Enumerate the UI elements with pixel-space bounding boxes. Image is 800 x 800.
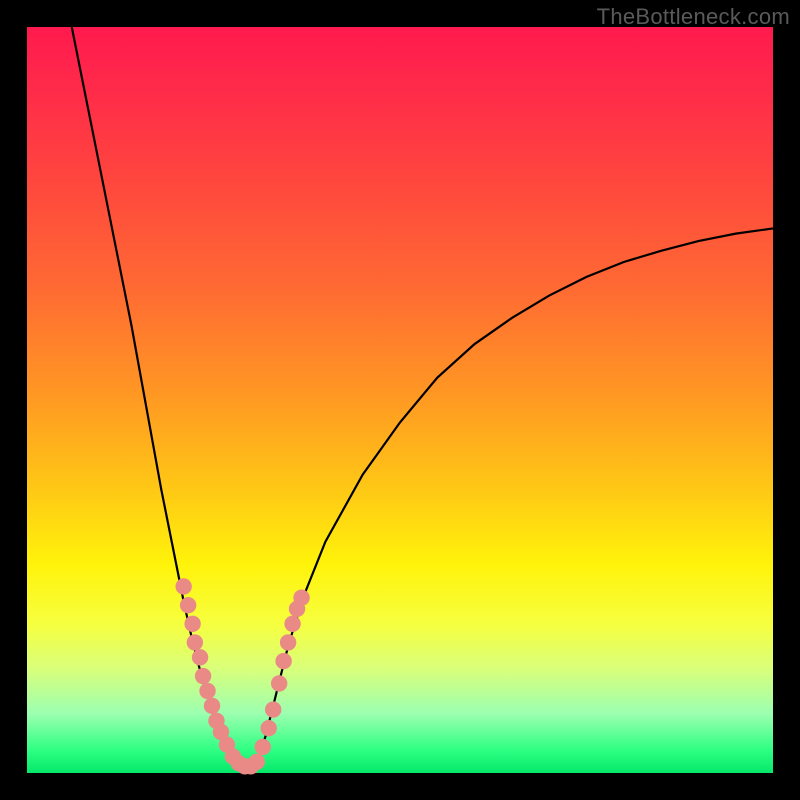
- data-marker: [275, 653, 291, 669]
- data-marker: [184, 616, 200, 632]
- data-marker: [265, 701, 281, 717]
- data-marker: [199, 683, 215, 699]
- data-marker: [271, 675, 287, 691]
- data-marker: [249, 754, 265, 770]
- data-marker: [192, 649, 208, 665]
- data-marker: [255, 739, 271, 755]
- curve-left-branch: [72, 27, 240, 763]
- data-marker: [195, 668, 211, 684]
- data-marker: [280, 634, 296, 650]
- data-marker: [261, 720, 277, 736]
- data-marker: [293, 589, 309, 605]
- chart-svg: [27, 27, 773, 773]
- data-marker: [284, 616, 300, 632]
- data-marker: [187, 634, 203, 650]
- marker-group: [175, 578, 309, 774]
- data-marker: [180, 597, 196, 613]
- frame: TheBottleneck.com: [0, 0, 800, 800]
- curve-right-branch: [255, 228, 773, 763]
- data-marker: [204, 698, 220, 714]
- data-marker: [175, 578, 191, 594]
